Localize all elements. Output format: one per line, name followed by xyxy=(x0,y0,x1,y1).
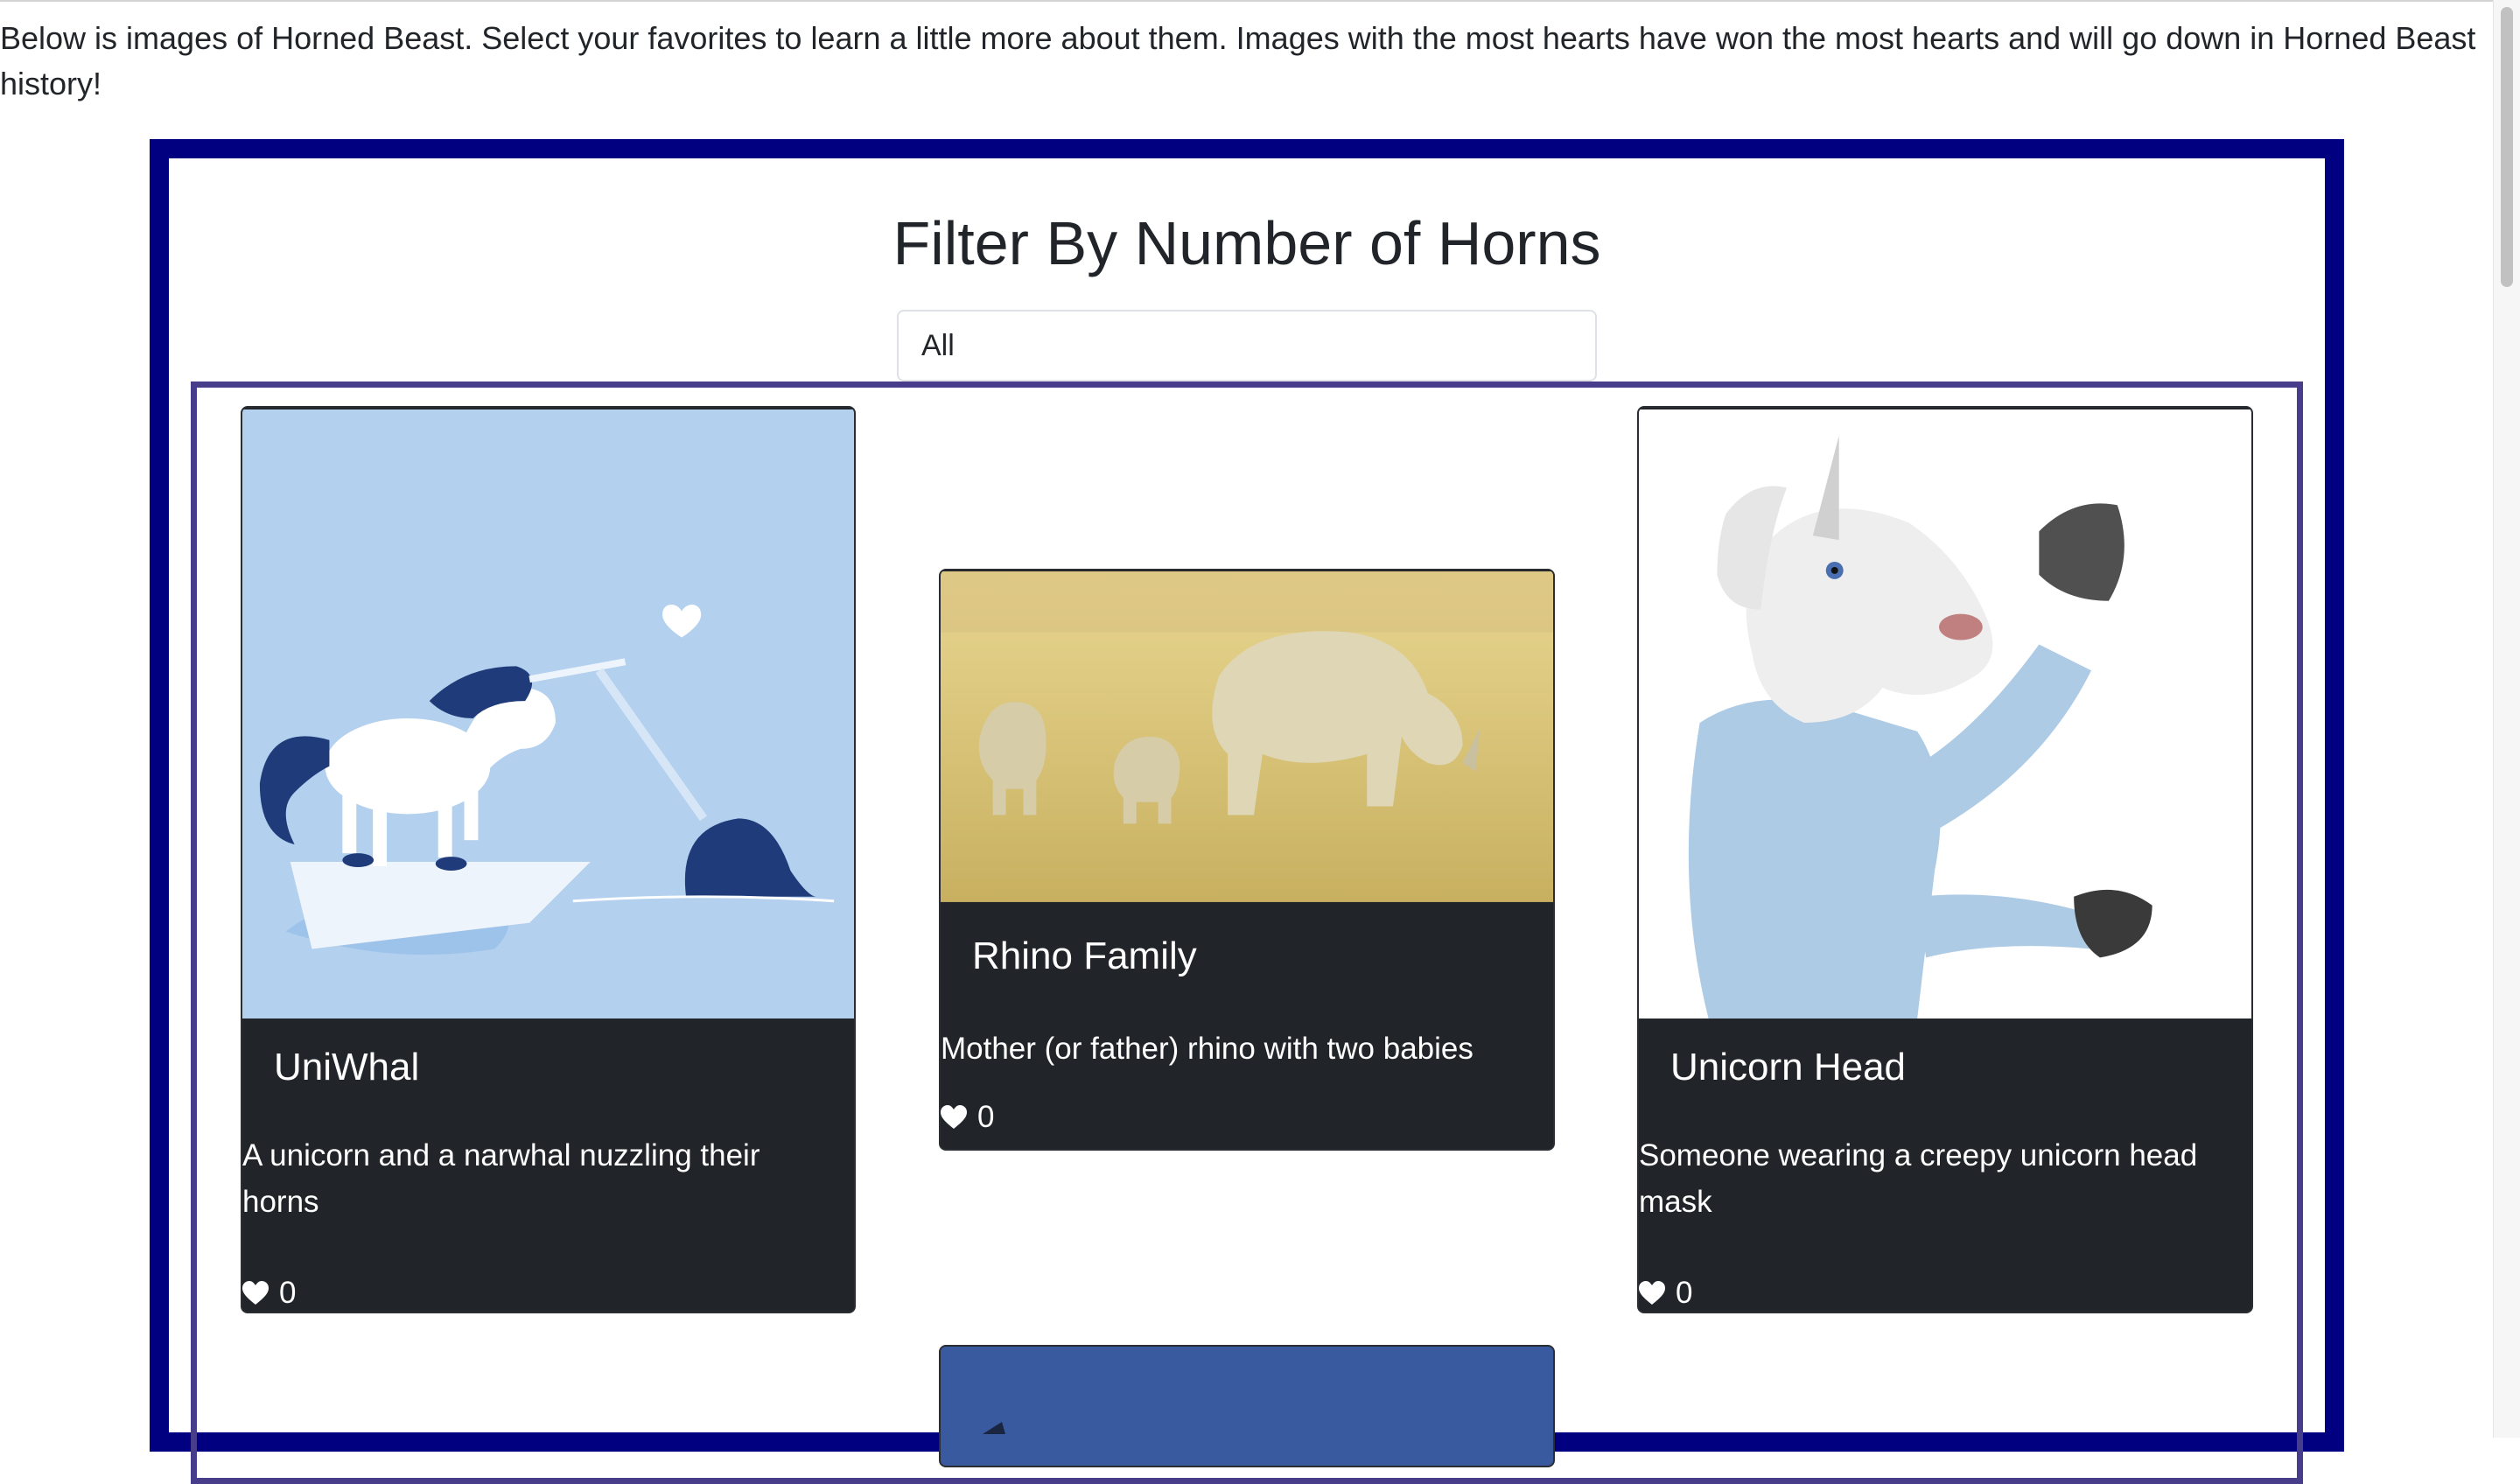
card-likes[interactable]: 0 xyxy=(242,1274,296,1312)
beast-card-unicorn-head[interactable]: Unicorn Head Someone wearing a creepy un… xyxy=(1637,406,2253,1313)
like-count: 0 xyxy=(1676,1276,1693,1310)
card-description: Mother (or father) rhino with two babies xyxy=(941,1032,1474,1066)
card-description: Someone wearing a creepy unicorn head ma… xyxy=(1639,1138,2198,1219)
heart-icon xyxy=(1639,1281,1665,1305)
filter-heading: Filter By Number of Horns xyxy=(892,209,1601,277)
card-likes[interactable]: 0 xyxy=(1639,1274,1692,1312)
card-title: Unicorn Head xyxy=(1670,1046,1907,1088)
page-scrollbar[interactable] xyxy=(2493,0,2520,1438)
horns-filter-select[interactable]: All xyxy=(897,310,1597,382)
uniwhal-image[interactable] xyxy=(242,408,854,1020)
beast-card-rhino-family[interactable]: Rhino Family Mother (or father) rhino wi… xyxy=(939,569,1555,1151)
card-description: A unicorn and a narwhal nuzzling their h… xyxy=(242,1138,760,1219)
browser-top-line xyxy=(0,0,2494,2)
beast-card-partial[interactable] xyxy=(939,1345,1555,1467)
partial-card-image xyxy=(941,1347,1553,1443)
like-count: 0 xyxy=(977,1100,995,1134)
intro-text: Below is images of Horned Beast. Select … xyxy=(0,20,2476,102)
heart-icon xyxy=(242,1281,269,1305)
card-title: UniWhal xyxy=(274,1046,420,1088)
like-count: 0 xyxy=(279,1276,297,1310)
unicorn-head-image[interactable] xyxy=(1639,408,2251,1020)
heart-icon xyxy=(941,1105,967,1129)
beast-card-uniwhal[interactable]: UniWhal A unicorn and a narwhal nuzzling… xyxy=(241,406,856,1313)
rhino-family-image[interactable] xyxy=(941,570,1553,903)
card-title: Rhino Family xyxy=(972,934,1197,977)
scrollbar-thumb[interactable] xyxy=(2501,7,2513,287)
card-likes[interactable]: 0 xyxy=(941,1098,994,1137)
